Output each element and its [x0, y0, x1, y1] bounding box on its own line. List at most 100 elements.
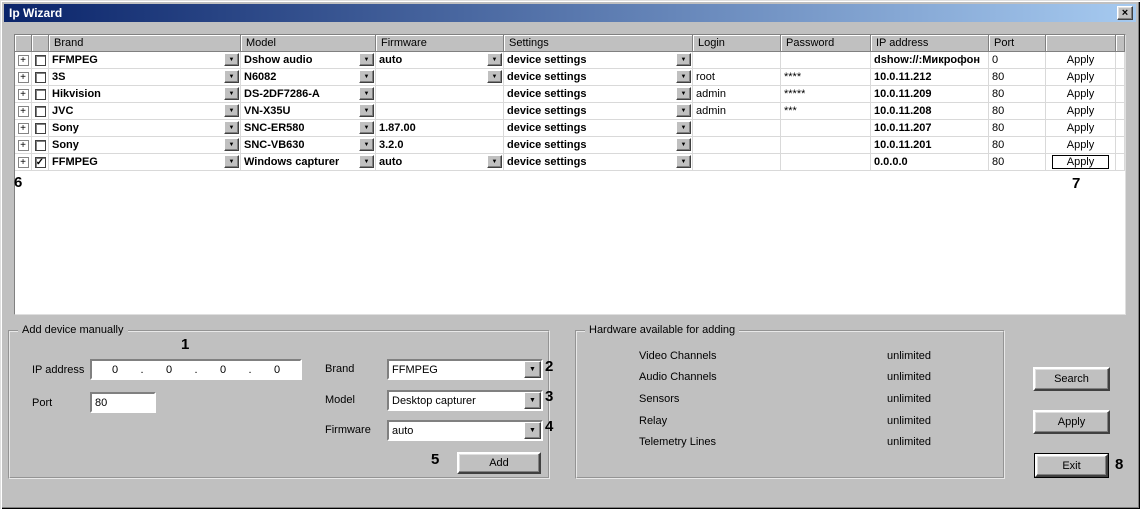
search-button[interactable]: Search [1033, 367, 1110, 391]
device-table: Brand Model Firmware Settings Login Pass… [14, 34, 1126, 315]
expand-icon[interactable]: + [17, 88, 29, 100]
chevron-down-icon[interactable]: ▼ [676, 53, 691, 66]
header-select [32, 35, 49, 52]
login-cell[interactable]: admin [696, 88, 726, 100]
apply-button[interactable]: Apply [1067, 139, 1095, 151]
expand-icon[interactable]: + [17, 54, 29, 66]
model-cell: SNC-ER580 [244, 122, 305, 134]
port-input[interactable] [90, 392, 156, 413]
chevron-down-icon[interactable]: ▼ [359, 104, 374, 117]
expand-icon[interactable]: + [17, 105, 29, 117]
chevron-down-icon[interactable]: ▼ [676, 70, 691, 83]
hw-item-value: unlimited [886, 436, 931, 449]
chevron-down-icon[interactable]: ▼ [524, 361, 541, 378]
port-cell[interactable]: 0 [992, 54, 998, 66]
expand-icon[interactable]: + [17, 71, 29, 83]
chevron-down-icon[interactable]: ▼ [359, 138, 374, 151]
ip-octet[interactable]: 0 [254, 364, 300, 376]
expand-icon[interactable]: + [17, 156, 29, 168]
brand-select-value: FFMPEG [392, 363, 438, 376]
settings-cell: device settings [507, 122, 587, 134]
ip-address-label: IP address [32, 364, 85, 376]
row-checkbox[interactable] [34, 88, 46, 100]
chevron-down-icon[interactable]: ▼ [359, 53, 374, 66]
apply-button[interactable]: Apply [1067, 54, 1095, 66]
apply-button[interactable]: Apply [1067, 105, 1095, 117]
header-login[interactable]: Login [693, 35, 781, 52]
ip-octet[interactable]: 0 [92, 364, 138, 376]
header-model[interactable]: Model [241, 35, 376, 52]
row-checkbox[interactable] [34, 71, 46, 83]
header-password[interactable]: Password [781, 35, 871, 52]
expand-icon[interactable]: + [17, 122, 29, 134]
chevron-down-icon[interactable]: ▼ [224, 70, 239, 83]
row-checkbox[interactable] [34, 54, 46, 66]
login-cell[interactable]: root [696, 71, 715, 83]
row-checkbox[interactable]: ✓ [34, 156, 46, 168]
header-ip-address[interactable]: IP address [871, 35, 989, 52]
chevron-down-icon[interactable]: ▼ [676, 121, 691, 134]
chevron-down-icon[interactable]: ▼ [224, 121, 239, 134]
row-checkbox[interactable] [34, 105, 46, 117]
password-cell[interactable]: **** [784, 71, 801, 83]
port-cell[interactable]: 80 [992, 88, 1004, 100]
row-checkbox[interactable] [34, 122, 46, 134]
chevron-down-icon[interactable]: ▼ [676, 138, 691, 151]
chevron-down-icon[interactable]: ▼ [359, 70, 374, 83]
header-settings[interactable]: Settings [504, 35, 693, 52]
hw-item-label: Telemetry Lines [639, 436, 717, 449]
expand-icon[interactable]: + [17, 139, 29, 151]
close-icon[interactable]: × [1117, 6, 1133, 20]
port-cell[interactable]: 80 [992, 71, 1004, 83]
header-firmware[interactable]: Firmware [376, 35, 504, 52]
apply-all-button[interactable]: Apply [1033, 410, 1110, 434]
header-port[interactable]: Port [989, 35, 1046, 52]
annotation-8: 8 [1115, 456, 1124, 473]
hw-item-value: unlimited [886, 371, 931, 384]
port-cell[interactable]: 80 [992, 122, 1004, 134]
chevron-down-icon[interactable]: ▼ [524, 392, 541, 409]
header-brand[interactable]: Brand [49, 35, 241, 52]
password-cell[interactable]: ***** [784, 88, 805, 100]
firmware-cell: auto [379, 156, 403, 168]
chevron-down-icon[interactable]: ▼ [224, 138, 239, 151]
chevron-down-icon[interactable]: ▼ [224, 155, 239, 168]
brand-cell: FFMPEG [52, 156, 98, 168]
chevron-down-icon[interactable]: ▼ [487, 70, 502, 83]
add-device-group-title: Add device manually [18, 324, 128, 336]
ip-separator: . [140, 363, 144, 376]
password-cell[interactable]: *** [784, 105, 797, 117]
chevron-down-icon[interactable]: ▼ [359, 155, 374, 168]
ip-wizard-dialog: Ip Wizard × Brand Model Firmware Setting… [0, 0, 1140, 509]
chevron-down-icon[interactable]: ▼ [524, 422, 541, 439]
port-cell[interactable]: 80 [992, 139, 1004, 151]
exit-button[interactable]: Exit [1035, 454, 1108, 477]
row-checkbox[interactable] [34, 139, 46, 151]
brand-select[interactable]: FFMPEG ▼ [387, 359, 543, 380]
login-cell[interactable]: admin [696, 105, 726, 117]
annotation-3: 3 [545, 388, 554, 405]
firmware-cell: 1.87.00 [379, 122, 416, 134]
apply-button[interactable]: Apply [1067, 88, 1095, 100]
add-button[interactable]: Add [457, 452, 541, 474]
chevron-down-icon[interactable]: ▼ [487, 155, 502, 168]
model-select[interactable]: Desktop capturer ▼ [387, 390, 543, 411]
chevron-down-icon[interactable]: ▼ [359, 87, 374, 100]
chevron-down-icon[interactable]: ▼ [224, 87, 239, 100]
chevron-down-icon[interactable]: ▼ [676, 155, 691, 168]
ip-address-input[interactable]: 0 . 0 . 0 . 0 [90, 359, 302, 380]
chevron-down-icon[interactable]: ▼ [676, 104, 691, 117]
chevron-down-icon[interactable]: ▼ [487, 53, 502, 66]
ip-octet[interactable]: 0 [200, 364, 246, 376]
chevron-down-icon[interactable]: ▼ [224, 104, 239, 117]
apply-button[interactable]: Apply [1067, 71, 1095, 83]
firmware-select[interactable]: auto ▼ [387, 420, 543, 441]
apply-button[interactable]: Apply [1051, 155, 1110, 169]
ip-octet[interactable]: 0 [146, 364, 192, 376]
chevron-down-icon[interactable]: ▼ [359, 121, 374, 134]
port-cell[interactable]: 80 [992, 156, 1004, 168]
chevron-down-icon[interactable]: ▼ [676, 87, 691, 100]
apply-button[interactable]: Apply [1067, 122, 1095, 134]
port-cell[interactable]: 80 [992, 105, 1004, 117]
chevron-down-icon[interactable]: ▼ [224, 53, 239, 66]
